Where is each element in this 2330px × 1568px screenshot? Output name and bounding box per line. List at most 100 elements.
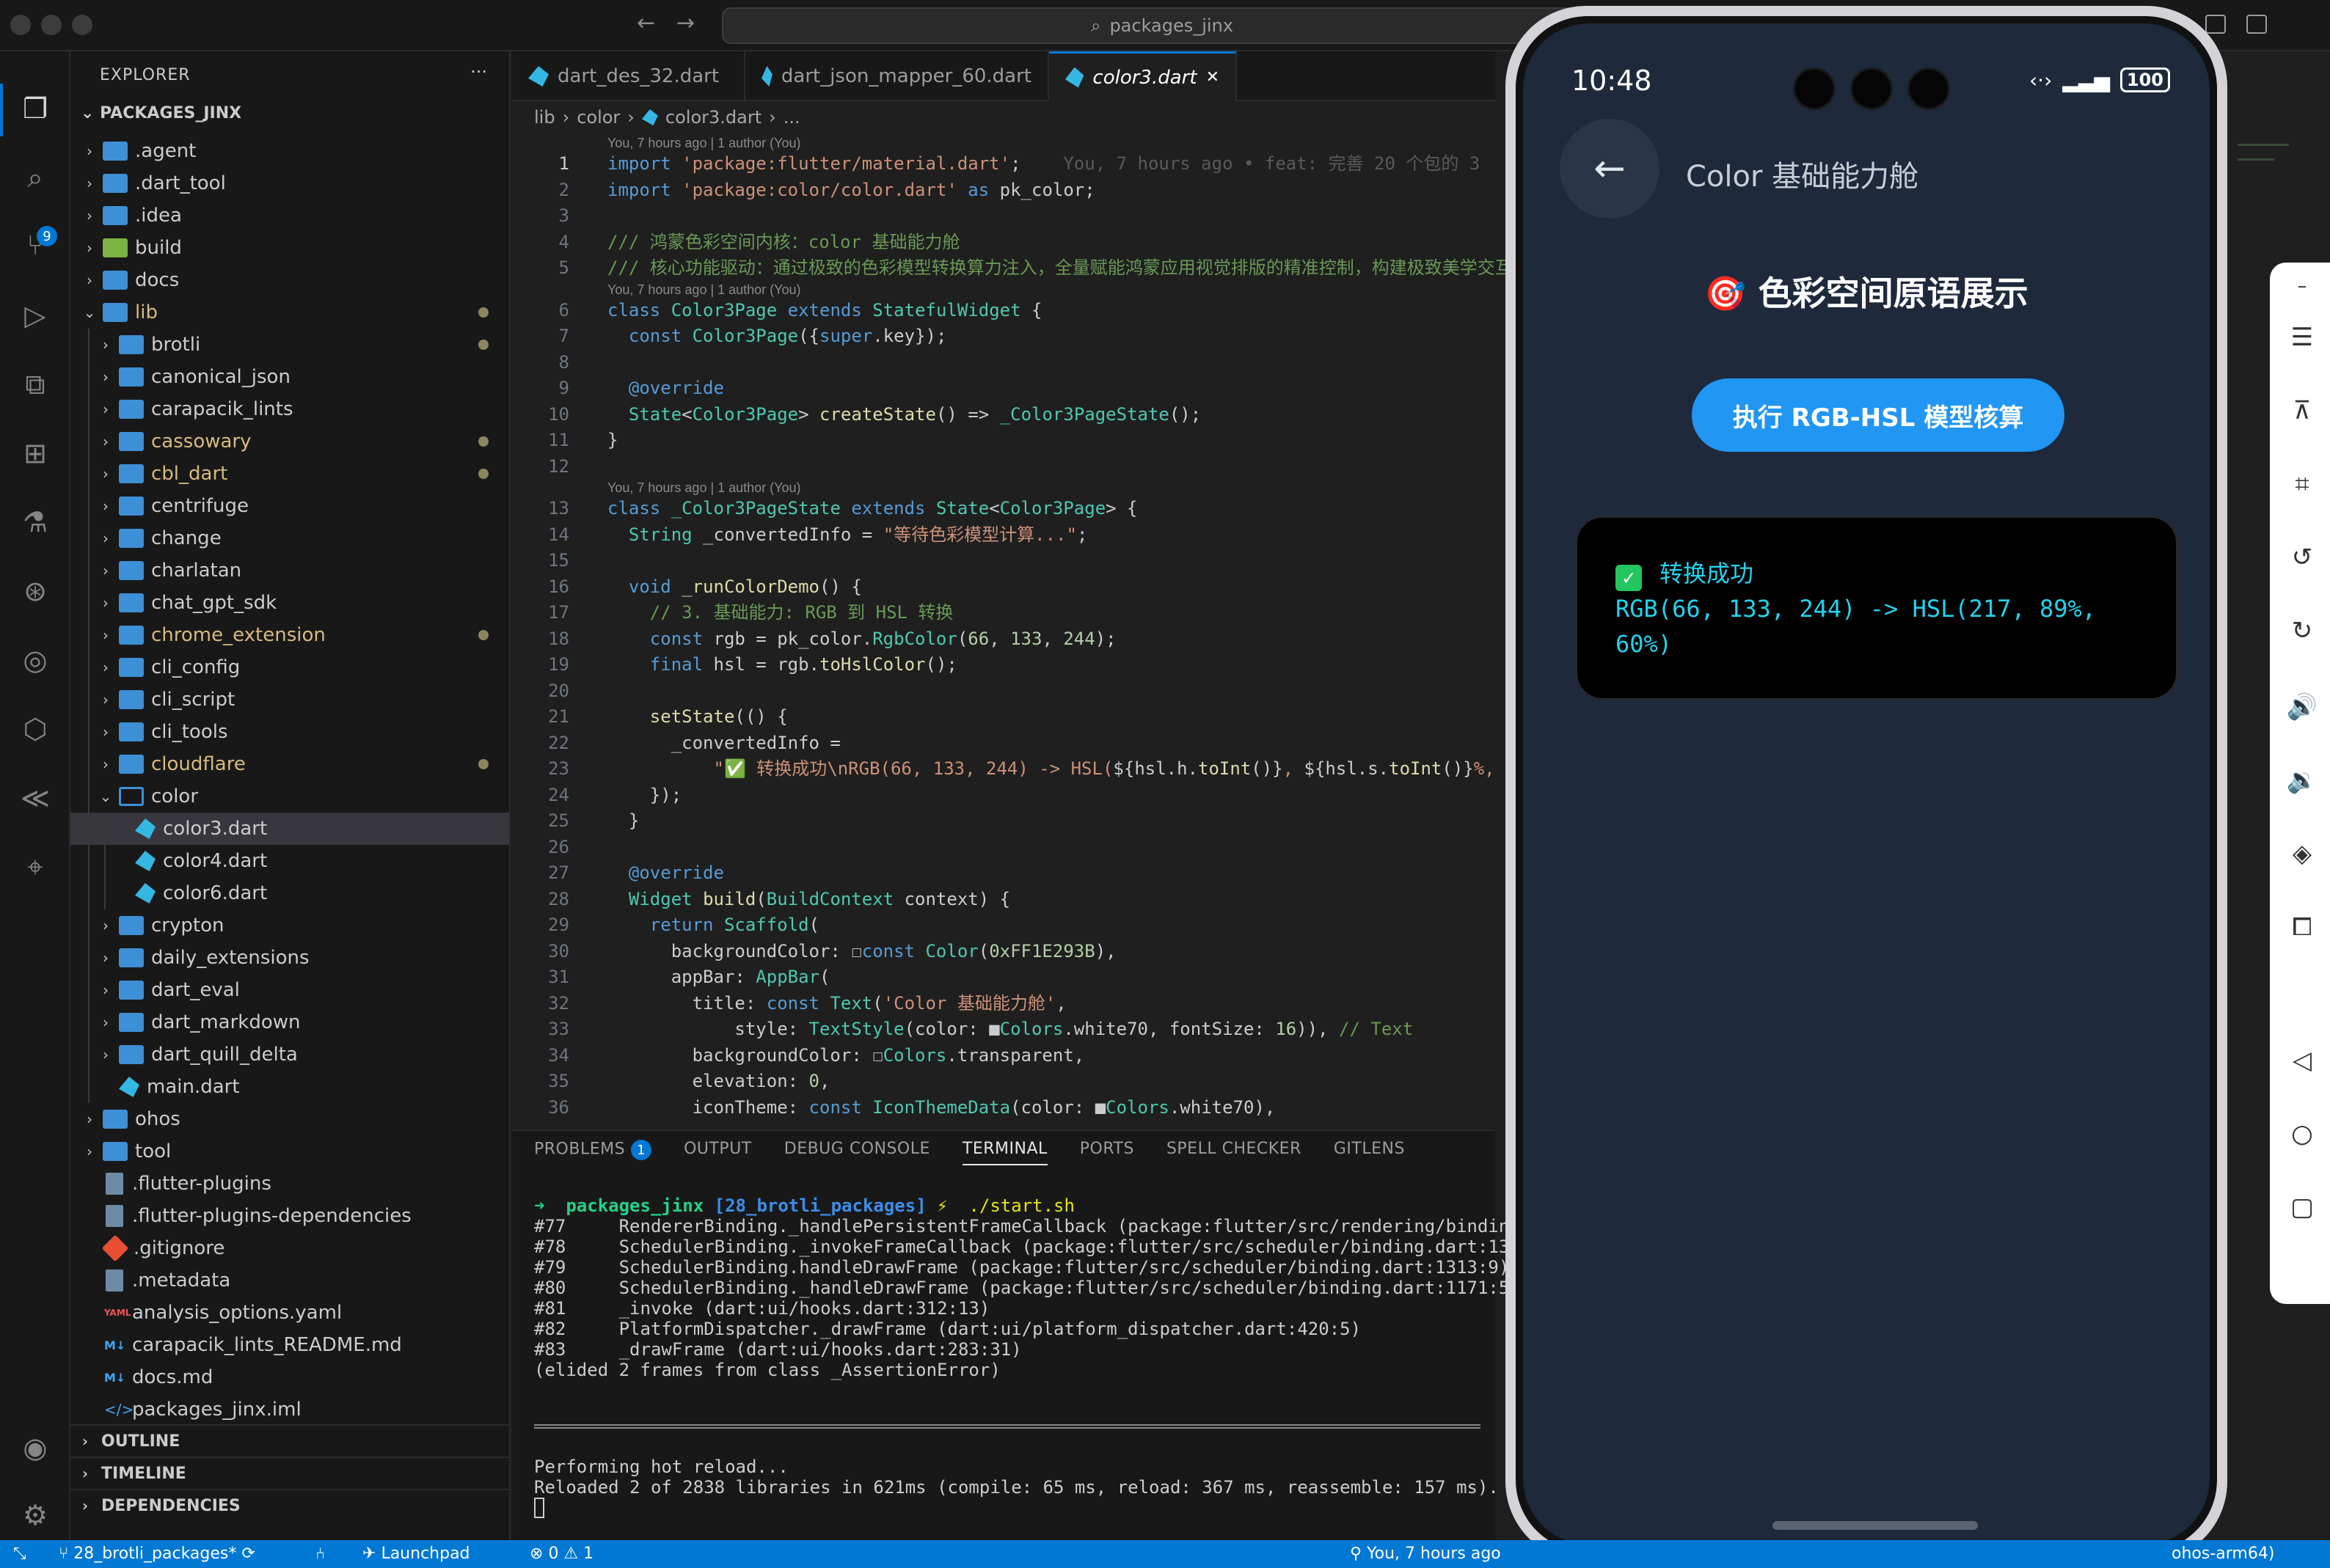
tree-item[interactable]: › charlatan <box>70 554 509 587</box>
tree-item[interactable]: › chrome_extension <box>70 619 509 651</box>
git-graph-icon[interactable]: ⑃ <box>315 1545 325 1563</box>
toggle-panel-icon[interactable] <box>2246 15 2267 34</box>
testing-icon[interactable]: ⚗ <box>16 503 54 541</box>
volume-up-icon[interactable]: 🔊 <box>2286 691 2318 723</box>
tree-item[interactable]: › centrifuge <box>70 490 509 522</box>
rotate-left-icon[interactable]: ↺ <box>2286 541 2318 574</box>
nav-recents-icon[interactable]: ▢ <box>2286 1191 2318 1223</box>
tree-item[interactable]: › change <box>70 522 509 554</box>
tree-item[interactable]: color4.dart <box>70 845 509 877</box>
tree-item[interactable]: › crypton <box>70 909 509 942</box>
blame-item[interactable]: ⚲ You, 7 hours ago <box>1350 1545 1501 1563</box>
tree-item[interactable]: › dart_eval <box>70 974 509 1006</box>
tree-item[interactable]: › cassowary <box>70 425 509 458</box>
tree-item[interactable]: ⌄ color <box>70 780 509 813</box>
codelens-blame[interactable]: You, 7 hours ago | 1 author (You) <box>512 135 1495 151</box>
flutter-icon[interactable]: ≪ <box>16 779 54 817</box>
breadcrumb-symbol[interactable]: ... <box>784 107 800 128</box>
arrow-left-icon[interactable]: ← <box>637 10 655 36</box>
tab-problems[interactable]: PROBLEMS 1 <box>534 1140 652 1165</box>
run-debug-icon[interactable]: ▷ <box>16 296 54 334</box>
tree-item[interactable]: › carapacik_lints <box>70 393 509 425</box>
more-actions-icon[interactable]: ··· <box>470 62 487 82</box>
tab-spell-checker[interactable]: SPELL CHECKER <box>1166 1140 1301 1165</box>
containers-icon[interactable]: ⬡ <box>16 710 54 748</box>
breadcrumb-lib[interactable]: lib <box>534 107 555 128</box>
tab-debug-console[interactable]: DEBUG CONSOLE <box>784 1140 930 1165</box>
gitlens-icon[interactable]: ◎ <box>16 641 54 679</box>
tree-item[interactable]: › cloudflare <box>70 748 509 780</box>
tree-item[interactable]: › chat_gpt_sdk <box>70 587 509 619</box>
pin-off-icon[interactable]: ⊼ <box>2286 395 2318 427</box>
tree-item[interactable]: › docs <box>70 264 509 296</box>
remote-icon[interactable]: ⤡ <box>13 1545 26 1563</box>
branch-item[interactable]: ⑂ 28_brotli_packages* ⟳ <box>59 1545 255 1563</box>
command-center-search[interactable]: ⌕ packages_jinx <box>722 7 1602 44</box>
tree-item[interactable]: .metadata <box>70 1264 509 1297</box>
tree-item[interactable]: ⌄ lib <box>70 296 509 329</box>
tree-item[interactable]: .flutter-plugins-dependencies <box>70 1200 509 1232</box>
multi-device-icon[interactable]: ⧠ <box>2286 911 2318 943</box>
tree-item[interactable]: › .dart_tool <box>70 167 509 199</box>
problems-item[interactable]: ⊗ 0 ⚠ 1 <box>530 1545 594 1563</box>
minimize-icon[interactable]: – <box>2286 270 2318 302</box>
account-icon[interactable]: ◉ <box>16 1429 54 1467</box>
inspect-icon[interactable]: ⌖ <box>16 848 54 886</box>
run-rgb-hsl-button[interactable]: 执行 RGB-HSL 模型核算 <box>1692 378 2064 452</box>
tree-item[interactable]: › .idea <box>70 199 509 232</box>
tree-item[interactable]: › cli_script <box>70 684 509 716</box>
tree-item[interactable]: › dart_markdown <box>70 1006 509 1038</box>
tab-output[interactable]: OUTPUT <box>684 1140 752 1165</box>
tab-color3[interactable]: color3.dart ✕ <box>1049 51 1237 101</box>
toggle-sidebar-icon[interactable] <box>2205 15 2226 34</box>
tree-item[interactable]: › brotli <box>70 329 509 361</box>
tab-ports[interactable]: PORTS <box>1080 1140 1134 1165</box>
nav-home-icon[interactable]: ○ <box>2286 1118 2318 1150</box>
tab-terminal[interactable]: TERMINAL <box>962 1140 1048 1165</box>
search-icon[interactable]: ⌕ <box>16 158 54 197</box>
maximize-window-button[interactable] <box>72 15 92 35</box>
workspace-root[interactable]: ⌄ PACKAGES_JINX <box>81 104 241 122</box>
extensions-icon[interactable]: ⊞ <box>16 434 54 472</box>
tree-item[interactable]: › .agent <box>70 135 509 167</box>
rotate-right-icon[interactable]: ↻ <box>2286 615 2318 647</box>
dependencies-section[interactable]: › DEPENDENCIES <box>70 1489 509 1521</box>
tree-item[interactable]: › canonical_json <box>70 361 509 393</box>
codelens-blame[interactable]: You, 7 hours ago | 1 author (You) <box>512 282 1495 298</box>
home-indicator[interactable] <box>1772 1521 1978 1530</box>
timeline-section[interactable]: › TIMELINE <box>70 1457 509 1489</box>
terminal[interactable]: ➜ packages_jinx [28_brotli_packages] ⚡ .… <box>534 1195 1530 1380</box>
close-icon[interactable]: ✕ <box>1206 68 1219 87</box>
tree-item[interactable]: main.dart <box>70 1071 509 1103</box>
back-arrow-icon[interactable]: ← <box>1560 119 1659 219</box>
tree-item[interactable]: color6.dart <box>70 877 509 909</box>
code-editor[interactable]: You, 7 hours ago | 1 author (You) 1 import… <box>512 135 1516 1121</box>
tree-item[interactable]: › cli_tools <box>70 716 509 748</box>
tree-item[interactable]: › tool <box>70 1135 509 1168</box>
menu-icon[interactable]: ☰ <box>2286 321 2318 353</box>
tree-item[interactable]: .gitignore <box>70 1232 509 1264</box>
outline-section[interactable]: › OUTLINE <box>70 1424 509 1457</box>
tree-item[interactable]: › build <box>70 232 509 264</box>
tree-item[interactable]: › cbl_dart <box>70 458 509 490</box>
nav-back-icon[interactable]: ◁ <box>2286 1044 2318 1077</box>
tree-item[interactable]: › ohos <box>70 1103 509 1135</box>
tab-dart-json-mapper-60[interactable]: dart_json_mapper_60.dart <box>745 51 1049 101</box>
breadcrumb-color[interactable]: color <box>577 107 620 128</box>
files-icon[interactable]: ❐ <box>16 89 54 128</box>
launchpad-item[interactable]: ✈ Launchpad <box>362 1545 470 1563</box>
tree-item[interactable]: YAML analysis_options.yaml <box>70 1297 509 1329</box>
tab-gitlens[interactable]: GITLENS <box>1334 1140 1405 1165</box>
settings-gear-icon[interactable]: ⚙ <box>16 1496 54 1534</box>
tree-item[interactable]: M↓ carapacik_lints_README.md <box>70 1329 509 1361</box>
tree-item[interactable]: › dart_quill_delta <box>70 1038 509 1071</box>
tree-item[interactable]: color3.dart <box>70 813 509 845</box>
device-item[interactable]: ohos-arm64) <box>2172 1545 2274 1563</box>
tree-item[interactable]: › daily_extensions <box>70 942 509 974</box>
tree-item[interactable]: M↓ docs.md <box>70 1361 509 1393</box>
crop-icon[interactable]: ⌗ <box>2286 468 2318 500</box>
close-window-button[interactable] <box>10 15 31 35</box>
shake-icon[interactable]: ◈ <box>2286 838 2318 870</box>
tree-item[interactable]: .flutter-plugins <box>70 1168 509 1200</box>
tree-item[interactable]: › cli_config <box>70 651 509 684</box>
